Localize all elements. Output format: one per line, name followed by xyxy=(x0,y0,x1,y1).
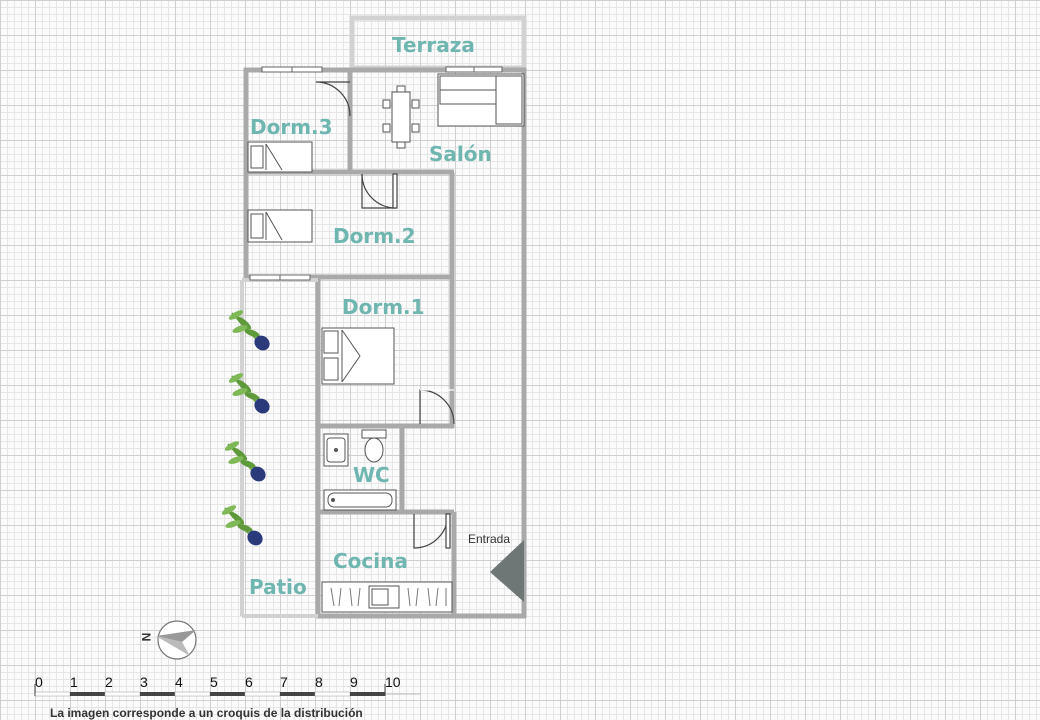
sofa-icon xyxy=(437,73,525,127)
room-label-salon: Salón xyxy=(429,142,492,166)
north-label: N xyxy=(139,632,154,642)
toilet-icon xyxy=(361,429,387,463)
scale-tick-label: 0 xyxy=(35,674,43,690)
scale-tick-label: 6 xyxy=(245,674,253,690)
kitchen-counter-icon xyxy=(321,581,453,613)
scale-tick-label: 8 xyxy=(315,674,323,690)
floor-plan xyxy=(34,15,527,697)
scale-tick-label: 10 xyxy=(385,674,401,690)
room-label-wc: WC xyxy=(353,463,390,487)
bed-icon xyxy=(247,141,395,385)
room-label-dorm3: Dorm.3 xyxy=(250,115,333,139)
room-label-patio: Patio xyxy=(249,575,307,599)
dining-table-icon xyxy=(382,85,420,149)
scale-tick-label: 4 xyxy=(175,674,183,690)
room-label-dorm1: Dorm.1 xyxy=(342,295,425,319)
scale-tick-label: 5 xyxy=(210,674,218,690)
caption: La imagen corresponde a un croquis de la… xyxy=(50,706,363,720)
scale-tick-label: 3 xyxy=(140,674,148,690)
scale-tick-label: 7 xyxy=(280,674,288,690)
plant-icon xyxy=(221,310,270,546)
bathtub-icon xyxy=(323,489,397,511)
room-label-terraza: Terraza xyxy=(392,33,475,57)
compass-icon xyxy=(156,620,197,660)
scale-tick-label: 2 xyxy=(105,674,113,690)
scale-tick-label: 9 xyxy=(350,674,358,690)
scale-bar xyxy=(34,684,420,697)
room-label-dorm2: Dorm.2 xyxy=(333,224,416,248)
entrance-label: Entrada xyxy=(468,532,511,546)
scale-tick-label: 1 xyxy=(70,674,78,690)
entrance-arrow-icon xyxy=(490,540,524,602)
room-label-cocina: Cocina xyxy=(333,549,408,573)
sink-icon xyxy=(323,433,349,467)
